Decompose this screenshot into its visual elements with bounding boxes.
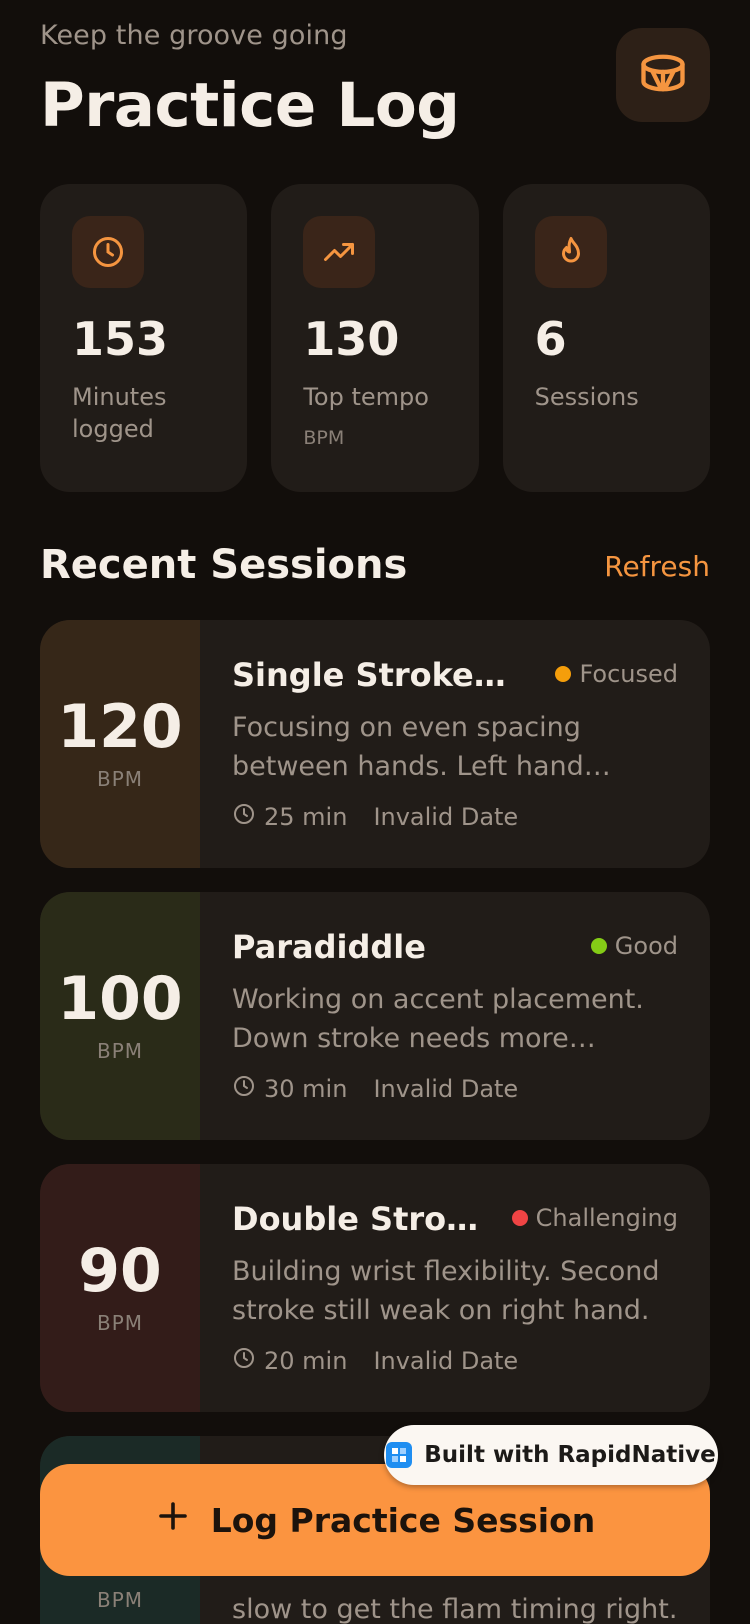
session-date: Invalid Date	[373, 803, 519, 832]
status-dot	[511, 1210, 528, 1226]
session-body: slow to get the flam timing right.	[232, 1576, 678, 1624]
session-card[interactable]: 120 BPM Single Stroke Roll Focused Focus…	[40, 620, 710, 868]
session-meta: 25 min Invalid Date	[232, 802, 678, 832]
plus-icon	[155, 1498, 191, 1542]
session-card[interactable]: 90 BPM Double Stroke Roll Challenging Bu…	[40, 1164, 710, 1412]
fab-label: Log Practice Session	[210, 1500, 596, 1540]
stat-card-sessions: 6 Sessions	[502, 184, 710, 492]
status-label: Good	[614, 932, 678, 960]
header-subtitle: Keep the groove going	[40, 20, 348, 51]
bpm-block: 120 BPM	[40, 620, 200, 868]
drum-logo-button[interactable]	[616, 28, 710, 122]
stats-row: 153 Minutes logged 130 Top tempo BPM 6 S…	[40, 184, 710, 492]
bpm-block: 100 BPM	[40, 892, 200, 1140]
session-card[interactable]: 100 BPM Paradiddle Good Working on accen…	[40, 892, 710, 1140]
session-duration: 20 min	[264, 1347, 348, 1376]
bpm-unit: BPM	[96, 1311, 144, 1335]
stat-card-minutes: 153 Minutes logged	[40, 184, 248, 492]
session-notes: slow to get the flam timing right.	[232, 1594, 678, 1624]
status-badge: Focused	[555, 660, 678, 688]
session-duration: 30 min	[264, 1075, 348, 1104]
stat-label: Sessions	[534, 382, 639, 411]
session-notes: Working on accent placement. Down stroke…	[232, 984, 644, 1055]
session-body: Paradiddle Good Working on accent placem…	[232, 928, 678, 1104]
clock-icon	[232, 1074, 256, 1104]
stat-label: Top tempo	[303, 382, 429, 411]
stat-value: 130	[303, 312, 400, 366]
status-badge: Challenging	[511, 1204, 678, 1232]
stat-value: 6	[534, 312, 567, 366]
bpm-unit: BPM	[96, 1588, 144, 1612]
session-date: Invalid Date	[373, 1347, 519, 1376]
built-with-badge[interactable]: Built with RapidNative	[384, 1425, 718, 1485]
badge-label: Built with RapidNative	[424, 1442, 716, 1468]
bpm-value: 90	[78, 1236, 162, 1306]
stat-unit: BPM	[303, 426, 345, 449]
stat-label: Minutes logged	[72, 382, 167, 443]
session-meta: 20 min Invalid Date	[232, 1346, 678, 1376]
session-duration: 25 min	[264, 803, 348, 832]
bpm-block: 90 BPM	[40, 1164, 200, 1412]
session-meta: 30 min Invalid Date	[232, 1074, 678, 1104]
status-label: Challenging	[535, 1204, 678, 1232]
status-dot	[555, 666, 572, 682]
recent-sessions-header: Recent Sessions Refresh	[40, 542, 710, 592]
session-name: Single Stroke Roll	[232, 656, 512, 694]
stat-card-top-tempo: 130 Top tempo BPM	[271, 184, 479, 492]
clock-icon	[232, 1346, 256, 1376]
session-notes: Focusing on even spacing between hands. …	[232, 712, 584, 783]
clock-icon	[232, 802, 256, 832]
status-dot	[590, 938, 607, 954]
flame-icon	[534, 216, 607, 288]
session-notes: Building wrist flexibility. Second strok…	[232, 1256, 660, 1327]
bpm-unit: BPM	[96, 1039, 144, 1063]
status-badge: Good	[590, 932, 678, 960]
bpm-unit: BPM	[96, 767, 144, 791]
rapidnative-logo-icon	[386, 1442, 413, 1468]
session-date: Invalid Date	[373, 1075, 519, 1104]
session-body: Single Stroke Roll Focused Focusing on e…	[232, 656, 678, 832]
bpm-value: 100	[57, 964, 183, 1034]
drum-icon	[637, 47, 689, 103]
stat-value: 153	[72, 312, 169, 366]
trending-up-icon	[303, 216, 376, 288]
session-body: Double Stroke Roll Challenging Building …	[232, 1200, 678, 1376]
session-name: Double Stroke Roll	[232, 1200, 494, 1238]
clock-icon	[72, 216, 144, 288]
status-label: Focused	[579, 660, 678, 688]
header: Keep the groove going Practice Log	[40, 20, 710, 141]
page-title: Practice Log	[40, 70, 460, 141]
bpm-value: 120	[57, 692, 183, 762]
refresh-button[interactable]: Refresh	[604, 550, 710, 583]
session-name: Paradiddle	[232, 928, 426, 966]
